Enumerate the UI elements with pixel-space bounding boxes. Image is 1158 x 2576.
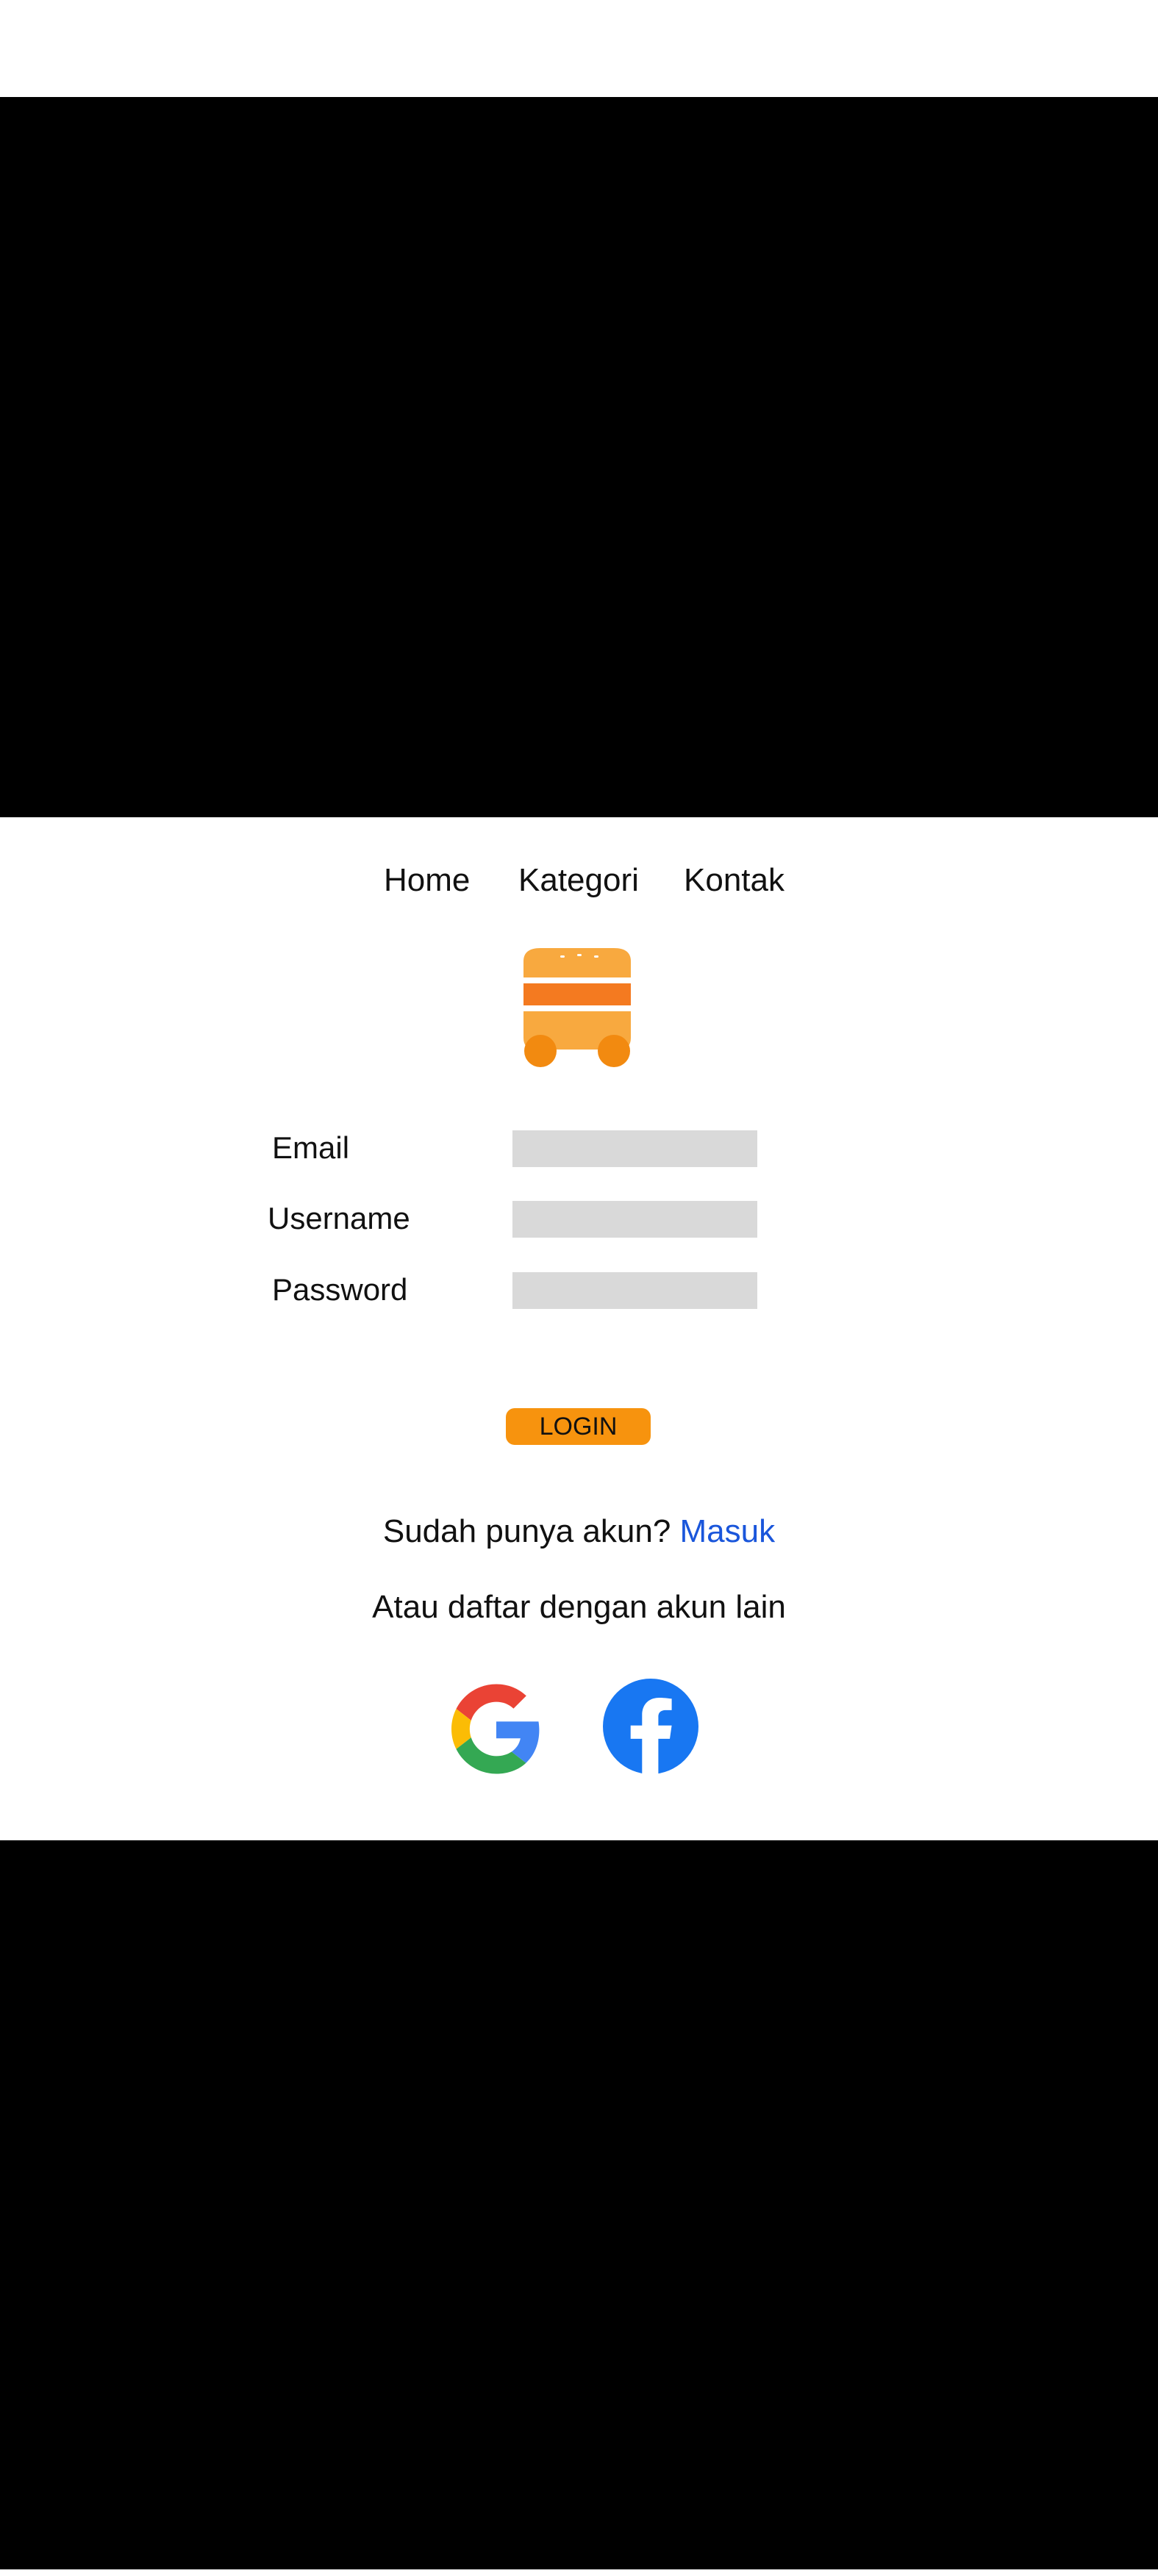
nav-item-kontak[interactable]: Kontak xyxy=(684,858,784,903)
login-button[interactable]: LOGIN xyxy=(506,1408,651,1445)
page: Home Kategori Kontak Email Username Pass… xyxy=(0,0,1158,2576)
nav-item-kategori[interactable]: Kategori xyxy=(518,858,639,903)
account-prompt: Sudah punya akun? Masuk xyxy=(0,1510,1158,1554)
account-prompt-text: Sudah punya akun? xyxy=(382,1513,680,1549)
masuk-link[interactable]: Masuk xyxy=(680,1513,776,1549)
facebook-icon[interactable] xyxy=(603,1679,698,1774)
email-field[interactable] xyxy=(512,1130,757,1167)
username-label: Username xyxy=(268,1201,410,1235)
password-field[interactable] xyxy=(512,1272,757,1309)
username-field[interactable] xyxy=(512,1201,757,1238)
password-label: Password xyxy=(272,1272,408,1307)
alternate-register-text: Atau daftar dengan akun lain xyxy=(372,1589,786,1625)
top-nav: Home Kategori Kontak xyxy=(0,858,1158,903)
email-label: Email xyxy=(272,1130,350,1165)
black-band-bottom xyxy=(0,1840,1158,2569)
black-band-top xyxy=(0,97,1158,817)
food-truck-burger-icon xyxy=(523,948,631,1067)
google-icon[interactable] xyxy=(451,1683,541,1775)
nav-item-home[interactable]: Home xyxy=(384,858,470,903)
